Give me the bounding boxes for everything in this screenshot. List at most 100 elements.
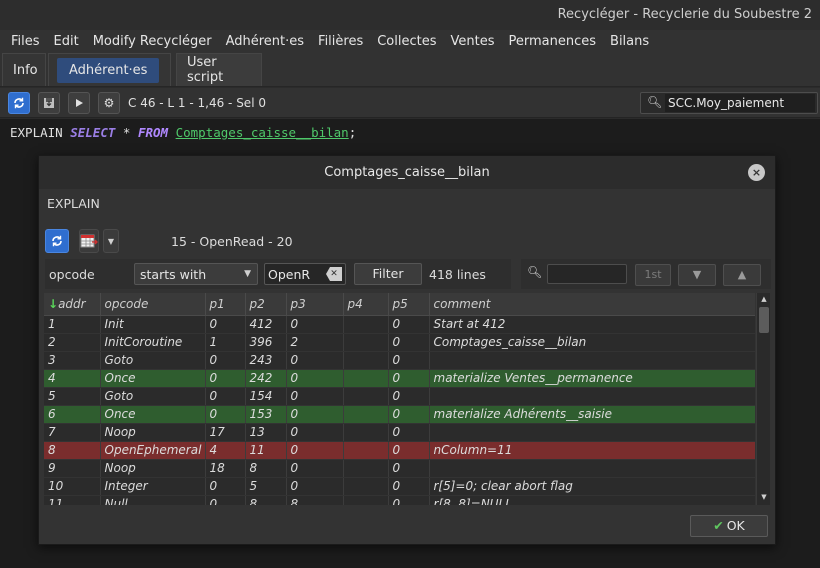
menu-files[interactable]: Files — [4, 34, 47, 49]
table-scrollbar[interactable]: ▲ ▼ — [756, 293, 770, 505]
cell-comment: nColumn=11 — [429, 441, 755, 460]
filter-value-input[interactable] — [268, 266, 326, 282]
cell-p1: 0 — [205, 477, 246, 496]
cell-p4 — [343, 459, 389, 478]
window-title: Recycléger - Recyclerie du Soubestre 2 — [557, 7, 812, 22]
cell-p2: 8 — [245, 459, 287, 478]
scroll-up-icon[interactable]: ▲ — [759, 295, 769, 305]
table-row[interactable]: 11 Null 0 8 8 0 r[8..8]=NULL — [44, 495, 755, 505]
cell-p5: 0 — [388, 351, 430, 370]
tab-info[interactable]: Info — [2, 53, 46, 86]
settings-button[interactable]: ⚙ — [98, 92, 120, 114]
table-row[interactable]: 3 Goto 0 243 0 0 — [44, 351, 755, 370]
menu-bilans[interactable]: Bilans — [603, 34, 656, 49]
col-opcode[interactable]: opcode — [100, 293, 206, 316]
table-row[interactable]: 6 Once 0 153 0 0 materialize Adhérents__saisie — [44, 405, 755, 424]
cell-p4 — [343, 441, 389, 460]
dialog-refresh-button[interactable] — [45, 229, 69, 253]
cell-comment: Comptages_caisse__bilan — [429, 333, 755, 352]
menu-filieres[interactable]: Filières — [311, 34, 370, 49]
cell-p5: 0 — [388, 333, 430, 352]
col-p1[interactable]: p1 — [205, 293, 246, 316]
filter-button[interactable]: Filter — [354, 263, 422, 285]
cell-comment — [429, 387, 755, 406]
filter-bar: opcode starts with ▼ ✕ Filter 418 lines — [45, 259, 511, 289]
col-addr-label: addr — [58, 296, 86, 311]
script-search: 🔍︎ — [640, 92, 818, 114]
col-p5[interactable]: p5 — [388, 293, 430, 316]
clear-icon[interactable]: ✕ — [326, 267, 342, 281]
find-first-button[interactable]: 1st — [635, 264, 671, 286]
line-count: 418 lines — [429, 267, 486, 282]
refresh-icon — [14, 97, 24, 109]
col-p3[interactable]: p3 — [286, 293, 344, 316]
table-row[interactable]: 9 Noop 18 8 0 0 — [44, 459, 755, 478]
cell-p5: 0 — [388, 495, 430, 505]
menu-modify[interactable]: Modify Recycléger — [86, 34, 219, 49]
dialog-search-bar: 🔍︎ 1st ▼ ▲ — [521, 259, 771, 289]
tab-user-script[interactable]: User script — [176, 53, 262, 86]
cell-opcode: Once — [100, 369, 206, 388]
menu-ventes[interactable]: Ventes — [444, 34, 502, 49]
cell-p2: 153 — [245, 405, 287, 424]
scroll-down-icon[interactable]: ▼ — [759, 493, 769, 503]
table-header: ↓addr opcode p1 p2 p3 p4 p5 comment — [44, 293, 755, 316]
scrollbar-thumb[interactable] — [759, 307, 769, 333]
find-next-button[interactable]: ▼ — [678, 264, 716, 286]
cell-opcode: Init — [100, 315, 206, 334]
cell-p4 — [343, 351, 389, 370]
cell-p3: 2 — [286, 333, 344, 352]
refresh-button[interactable] — [8, 92, 30, 114]
cell-p3: 0 — [286, 351, 344, 370]
menu-collectes[interactable]: Collectes — [370, 34, 443, 49]
cell-comment: r[5]=0; clear abort flag — [429, 477, 755, 496]
table-row[interactable]: 8 OpenEphemeral 4 11 0 0 nColumn=11 — [44, 441, 755, 460]
cell-p5: 0 — [388, 459, 430, 478]
cell-p5: 0 — [388, 369, 430, 388]
save-script-button[interactable] — [38, 92, 60, 114]
cell-addr: 4 — [44, 369, 101, 388]
cell-p5: 0 — [388, 441, 430, 460]
col-p2[interactable]: p2 — [245, 293, 287, 316]
table-row[interactable]: 5 Goto 0 154 0 0 — [44, 387, 755, 406]
cell-comment: materialize Adhérents__saisie — [429, 405, 755, 424]
cell-addr: 9 — [44, 459, 101, 478]
explain-dialog: Comptages_caisse__bilan × EXPLAIN ▼ 15 -… — [38, 155, 776, 545]
cursor-position: C 46 - L 1 - 1,46 - Sel 0 — [128, 96, 266, 110]
cell-p1: 0 — [205, 369, 246, 388]
dialog-search-input[interactable] — [547, 264, 627, 284]
explain-table[interactable]: ↓addr opcode p1 p2 p3 p4 p5 comment 1 Ini… — [44, 293, 755, 505]
sort-ascending-icon: ↓ — [48, 296, 59, 311]
col-p4[interactable]: p4 — [343, 293, 389, 316]
close-icon[interactable]: × — [748, 164, 765, 181]
menu-permanences[interactable]: Permanences — [502, 34, 604, 49]
cell-p2: 5 — [245, 477, 287, 496]
cell-p4 — [343, 477, 389, 496]
cell-addr: 6 — [44, 405, 101, 424]
table-name: Comptages_caisse__bilan — [175, 125, 349, 140]
filter-mode-select[interactable]: starts with ▼ — [134, 263, 258, 285]
cell-comment — [429, 459, 755, 478]
dialog-title-bar: Comptages_caisse__bilan — [39, 156, 775, 189]
menu-edit[interactable]: Edit — [47, 34, 86, 49]
col-comment[interactable]: comment — [429, 293, 755, 316]
cell-p1: 18 — [205, 459, 246, 478]
table-row[interactable]: 2 InitCoroutine 1 396 2 0 Comptages_caisse__bi… — [44, 333, 755, 352]
table-row[interactable]: 4 Once 0 242 0 0 materialize Ventes__permanenc… — [44, 369, 755, 388]
chevron-down-icon[interactable]: ▼ — [103, 229, 119, 253]
export-table-button[interactable] — [79, 229, 99, 253]
table-row[interactable]: 1 Init 0 412 0 0 Start at 412 — [44, 315, 755, 334]
table-row[interactable]: 10 Integer 0 5 0 0 r[5]=0; clear abort flag — [44, 477, 755, 496]
col-addr[interactable]: ↓addr — [44, 293, 101, 316]
script-search-input[interactable] — [665, 94, 815, 112]
tab-adherents[interactable]: Adhérent·es — [48, 53, 171, 86]
play-icon — [76, 99, 83, 107]
menu-adherents[interactable]: Adhérent·es — [219, 34, 311, 49]
cell-p1: 0 — [205, 387, 246, 406]
ok-button[interactable]: ✔ OK — [690, 515, 768, 537]
cell-p3: 0 — [286, 459, 344, 478]
cell-p5: 0 — [388, 405, 430, 424]
run-button[interactable] — [68, 92, 90, 114]
find-previous-button[interactable]: ▲ — [723, 264, 761, 286]
table-row[interactable]: 7 Noop 17 13 0 0 — [44, 423, 755, 442]
